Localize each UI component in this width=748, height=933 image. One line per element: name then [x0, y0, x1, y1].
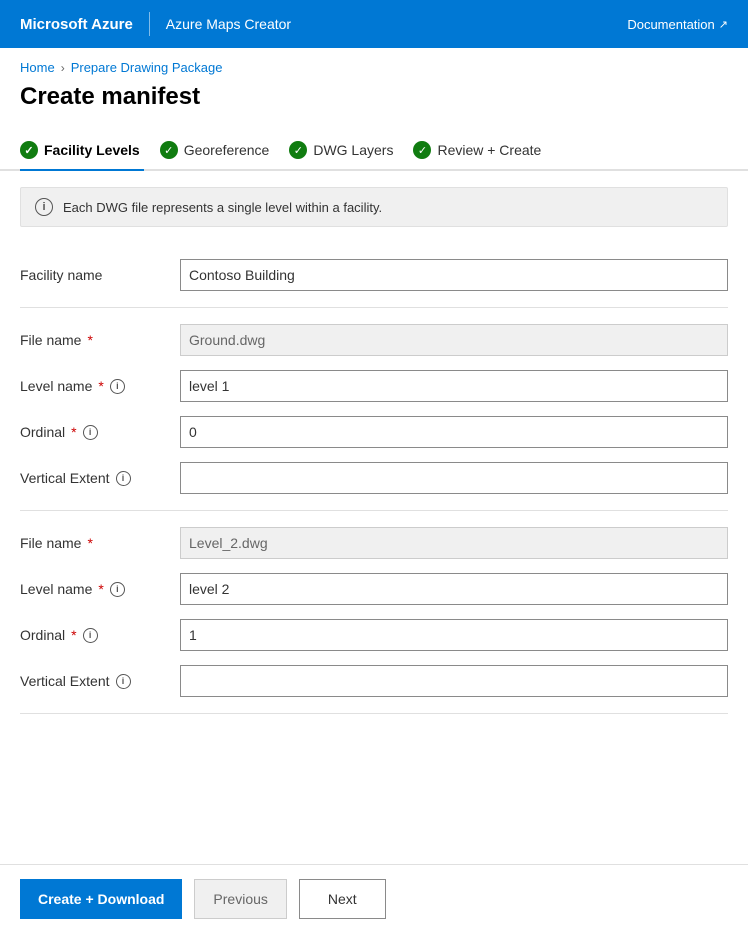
- facility-section: Facility name: [20, 243, 728, 308]
- level-1-section: File name * Level name * i Ordinal * i: [20, 308, 728, 511]
- documentation-link[interactable]: Documentation ↗: [627, 17, 728, 32]
- tab-check-georeference: ✓: [160, 141, 178, 159]
- brand-label: Microsoft Azure: [20, 16, 133, 33]
- level-2-ordinal-input[interactable]: [180, 619, 728, 651]
- footer: Create + Download Previous Next: [0, 864, 748, 933]
- tab-check-dwg-layers: ✓: [289, 141, 307, 159]
- home-link[interactable]: Home: [20, 60, 55, 75]
- tab-check-facility-levels: ✓: [20, 141, 38, 159]
- level-1-levelname-info-icon[interactable]: i: [110, 379, 125, 394]
- facility-name-row: Facility name: [20, 259, 728, 291]
- previous-button: Previous: [194, 879, 286, 919]
- tab-review-create[interactable]: ✓ Review + Create: [413, 131, 561, 169]
- level-2-filename-input: [180, 527, 728, 559]
- breadcrumb-separator: ›: [61, 61, 65, 75]
- level-2-section: File name * Level name * i Ordinal * i: [20, 511, 728, 714]
- info-box: i Each DWG file represents a single leve…: [20, 187, 728, 227]
- level-1-ordinal-info-icon[interactable]: i: [83, 425, 98, 440]
- breadcrumb: Home › Prepare Drawing Package: [0, 48, 748, 79]
- form-area: Facility name File name * Level name * i: [0, 243, 748, 714]
- level-1-extent-input[interactable]: [180, 462, 728, 494]
- level-1-extent-row: Vertical Extent i: [20, 462, 728, 494]
- tab-georeference[interactable]: ✓ Georeference: [160, 131, 290, 169]
- level-1-ordinal-input[interactable]: [180, 416, 728, 448]
- level-2-filename-label: File name *: [20, 535, 180, 551]
- external-link-icon: ↗: [719, 18, 728, 31]
- page-title: Create manifest: [0, 79, 748, 131]
- header: Microsoft Azure Azure Maps Creator Docum…: [0, 0, 748, 48]
- level-2-levelname-info-icon[interactable]: i: [110, 582, 125, 597]
- level-1-levelname-row: Level name * i: [20, 370, 728, 402]
- level-2-ordinal-row: Ordinal * i: [20, 619, 728, 651]
- tab-dwg-layers[interactable]: ✓ DWG Layers: [289, 131, 413, 169]
- level-1-ordinal-label: Ordinal * i: [20, 424, 180, 440]
- facility-name-input[interactable]: [180, 259, 728, 291]
- level-2-extent-input[interactable]: [180, 665, 728, 697]
- product-label: Azure Maps Creator: [166, 16, 291, 32]
- level-1-filename-label: File name *: [20, 332, 180, 348]
- level-1-ordinal-row: Ordinal * i: [20, 416, 728, 448]
- create-download-button[interactable]: Create + Download: [20, 879, 182, 919]
- breadcrumb-current: Prepare Drawing Package: [71, 60, 223, 75]
- level-2-levelname-label: Level name * i: [20, 581, 180, 597]
- level-1-filename-input: [180, 324, 728, 356]
- tabs-container: ✓ Facility Levels ✓ Georeference ✓ DWG L…: [0, 131, 748, 171]
- tab-check-review-create: ✓: [413, 141, 431, 159]
- level-2-levelname-row: Level name * i: [20, 573, 728, 605]
- level-1-levelname-input[interactable]: [180, 370, 728, 402]
- level-2-extent-label: Vertical Extent i: [20, 673, 180, 689]
- tab-facility-levels[interactable]: ✓ Facility Levels: [20, 131, 160, 169]
- main-content: i Each DWG file represents a single leve…: [0, 187, 748, 794]
- next-button[interactable]: Next: [299, 879, 386, 919]
- level-2-levelname-input[interactable]: [180, 573, 728, 605]
- level-2-ordinal-label: Ordinal * i: [20, 627, 180, 643]
- header-divider: [149, 12, 150, 36]
- info-icon: i: [35, 198, 53, 216]
- level-1-filename-row: File name *: [20, 324, 728, 356]
- level-1-extent-info-icon[interactable]: i: [116, 471, 131, 486]
- info-message: Each DWG file represents a single level …: [63, 200, 382, 215]
- level-1-extent-label: Vertical Extent i: [20, 470, 180, 486]
- level-2-ordinal-info-icon[interactable]: i: [83, 628, 98, 643]
- level-2-extent-row: Vertical Extent i: [20, 665, 728, 697]
- level-2-extent-info-icon[interactable]: i: [116, 674, 131, 689]
- facility-name-label: Facility name: [20, 267, 180, 283]
- level-2-filename-row: File name *: [20, 527, 728, 559]
- level-1-levelname-label: Level name * i: [20, 378, 180, 394]
